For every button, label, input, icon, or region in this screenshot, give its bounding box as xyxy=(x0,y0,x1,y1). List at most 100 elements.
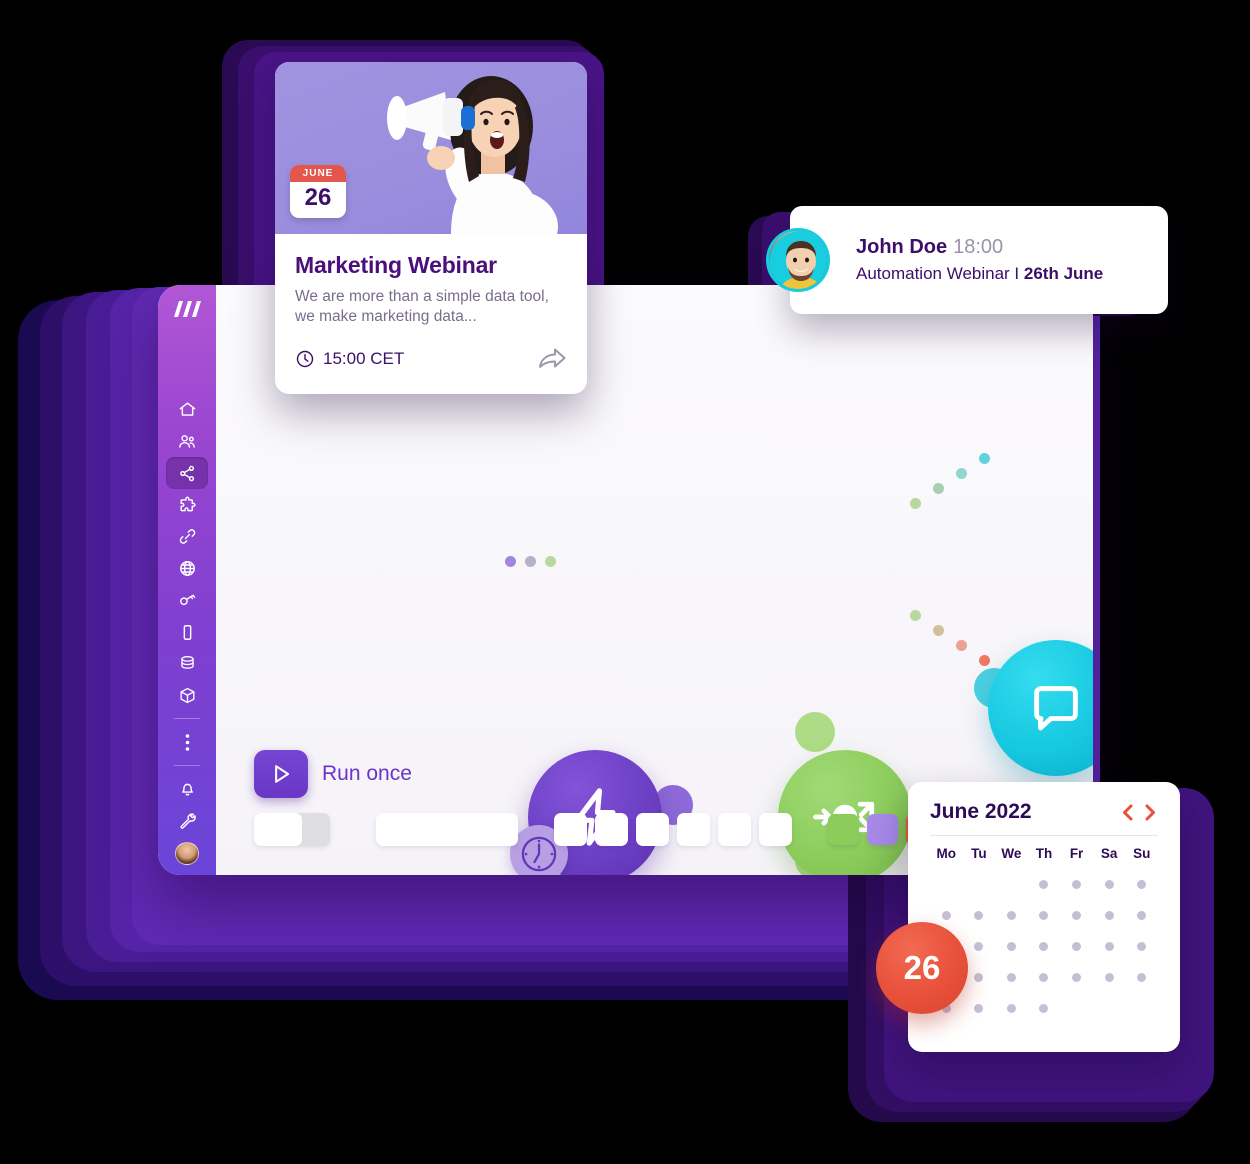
calendar-nav xyxy=(1120,803,1158,822)
calendar-day-dot[interactable] xyxy=(1039,1004,1049,1013)
color-swatch-green[interactable] xyxy=(828,814,859,845)
toolbar-tool-2[interactable] xyxy=(595,813,628,846)
calendar-day-dot[interactable] xyxy=(1006,942,1016,951)
calendar-day-dot[interactable] xyxy=(974,973,984,982)
bottom-toolbar xyxy=(254,813,976,846)
webinar-time-label: 15:00 CET xyxy=(323,348,405,368)
webinar-title: Marketing Webinar xyxy=(295,252,497,278)
calendar-day-dot[interactable] xyxy=(1104,911,1114,920)
calendar-dow-su: Su xyxy=(1133,846,1151,861)
sidebar-item-devices[interactable] xyxy=(166,616,208,648)
calendar-day-dot[interactable] xyxy=(1104,942,1114,951)
color-swatch-purple[interactable] xyxy=(867,814,898,845)
date-badge-day: 26 xyxy=(304,184,332,211)
calendar-dow-mo: Mo xyxy=(936,846,957,861)
calendar-day-grid xyxy=(930,869,1158,1024)
notification-message-date: 26th June xyxy=(1023,264,1104,283)
sidebar-item-home[interactable] xyxy=(166,394,208,426)
sidebar-item-notifications[interactable] xyxy=(166,773,208,805)
calendar-day-dot[interactable] xyxy=(1039,942,1049,951)
notification-toast[interactable]: John Doe 18:00 Automation Webinar I 26th … xyxy=(766,206,1168,314)
calendar-dow-fr: Fr xyxy=(1069,846,1084,861)
clock-icon xyxy=(296,350,314,368)
calendar-day-dot[interactable] xyxy=(1006,973,1016,982)
toolbar-tool-5[interactable] xyxy=(718,813,751,846)
play-icon xyxy=(275,765,290,783)
calendar-dow-th: Th xyxy=(1035,846,1053,861)
calendar-day-dot[interactable] xyxy=(1072,880,1082,889)
calendar-dow-tu: Tu xyxy=(971,846,987,861)
calendar-day-dot[interactable] xyxy=(974,911,984,920)
sidebar xyxy=(158,285,216,875)
calendar-day-dot[interactable] xyxy=(1137,880,1147,889)
calendar-day-dot[interactable] xyxy=(1137,911,1147,920)
toolbar-tool-6[interactable] xyxy=(759,813,792,846)
calendar-day-dot xyxy=(1137,1004,1146,1013)
calendar-day-dot[interactable] xyxy=(1072,973,1082,982)
calendar-day-dot[interactable] xyxy=(1072,942,1082,951)
date-badge-month: JUNE xyxy=(290,165,346,182)
calendar-day-dot[interactable] xyxy=(1039,973,1049,982)
sidebar-item-data-stores[interactable] xyxy=(166,648,208,680)
calendar-day-dot[interactable] xyxy=(941,911,951,920)
sidebar-item-scenarios[interactable] xyxy=(166,457,208,490)
sidebar-item-data-structures[interactable] xyxy=(166,680,208,712)
calendar-day-dot[interactable] xyxy=(1072,911,1082,920)
sidebar-item-connections[interactable] xyxy=(166,521,208,553)
toolbar-tool-3[interactable] xyxy=(636,813,669,846)
toolbar-tool-buttons xyxy=(554,813,792,846)
sidebar-divider-top xyxy=(174,718,200,720)
sidebar-item-apps[interactable] xyxy=(166,489,208,521)
sidebar-item-settings[interactable] xyxy=(166,805,208,837)
share-arrow-icon[interactable] xyxy=(537,346,567,372)
sidebar-item-profile[interactable] xyxy=(175,842,199,865)
notification-message: Automation Webinar I 26th June xyxy=(856,264,1103,284)
calendar-day-dot[interactable] xyxy=(1039,911,1049,920)
calendar-day-dot xyxy=(974,880,983,889)
calendar-divider xyxy=(930,835,1158,836)
nub-router-out-top xyxy=(795,712,835,752)
toolbar-input-field[interactable] xyxy=(376,813,518,846)
webinar-hero-image: JUNE 26 xyxy=(275,62,587,234)
notification-text: John Doe 18:00 Automation Webinar I 26th … xyxy=(856,236,1103,284)
notification-sender-name: John Doe xyxy=(856,236,948,258)
calendar-day-dot[interactable] xyxy=(1006,1004,1016,1013)
calendar-day-dot[interactable] xyxy=(974,1004,984,1013)
toolbar-tool-1[interactable] xyxy=(554,813,587,846)
notification-message-prefix: Automation Webinar I xyxy=(856,264,1024,283)
calendar-header: June 2022 xyxy=(930,800,1158,824)
sidebar-item-webhooks[interactable] xyxy=(166,553,208,585)
make-logo[interactable] xyxy=(172,299,202,324)
sidebar-item-keys[interactable] xyxy=(166,584,208,616)
notification-time: 18:00 xyxy=(953,236,1004,258)
webinar-card[interactable]: JUNE 26 Marketing Webinar We are more th… xyxy=(275,62,587,394)
calendar-title: June 2022 xyxy=(930,800,1032,823)
chevron-left-icon[interactable] xyxy=(1120,803,1135,822)
node-notify-the-team[interactable] xyxy=(988,640,1093,776)
sidebar-item-team[interactable] xyxy=(166,426,208,458)
calendar-day-dot[interactable] xyxy=(1137,973,1147,982)
webinar-description: We are more than a simple data tool, we … xyxy=(295,288,549,326)
run-once-label: Run once xyxy=(322,762,412,785)
chevron-right-icon[interactable] xyxy=(1143,803,1158,822)
calendar-day-dot[interactable] xyxy=(1137,942,1147,951)
webinar-time-group: 15:00 CET xyxy=(295,349,404,369)
run-once-control: Run once xyxy=(254,750,412,798)
webinar-footer: 15:00 CET xyxy=(275,328,587,372)
calendar-day-dot[interactable] xyxy=(1006,911,1016,920)
calendar-selected-day-badge[interactable]: 26 xyxy=(876,922,968,1014)
calendar-dow-sa: Sa xyxy=(1100,846,1118,861)
calendar-day-dot[interactable] xyxy=(1104,973,1114,982)
run-once-button[interactable] xyxy=(254,750,308,798)
toolbar-tool-4[interactable] xyxy=(677,813,710,846)
calendar-day-dot xyxy=(1007,880,1016,889)
calendar-day-dot[interactable] xyxy=(1104,880,1114,889)
calendar-day-dot[interactable] xyxy=(974,942,984,951)
calendar-widget[interactable]: June 2022 Mo Tu We Th Fr Sa Su 26 xyxy=(876,782,1180,1052)
sidebar-item-more[interactable] xyxy=(166,726,208,758)
calendar-day-dot xyxy=(942,880,951,889)
calendar-day-dot[interactable] xyxy=(1039,880,1049,889)
avatar xyxy=(766,228,830,292)
calendar-day-dot xyxy=(1072,1004,1081,1013)
toolbar-toggle[interactable] xyxy=(254,813,330,846)
